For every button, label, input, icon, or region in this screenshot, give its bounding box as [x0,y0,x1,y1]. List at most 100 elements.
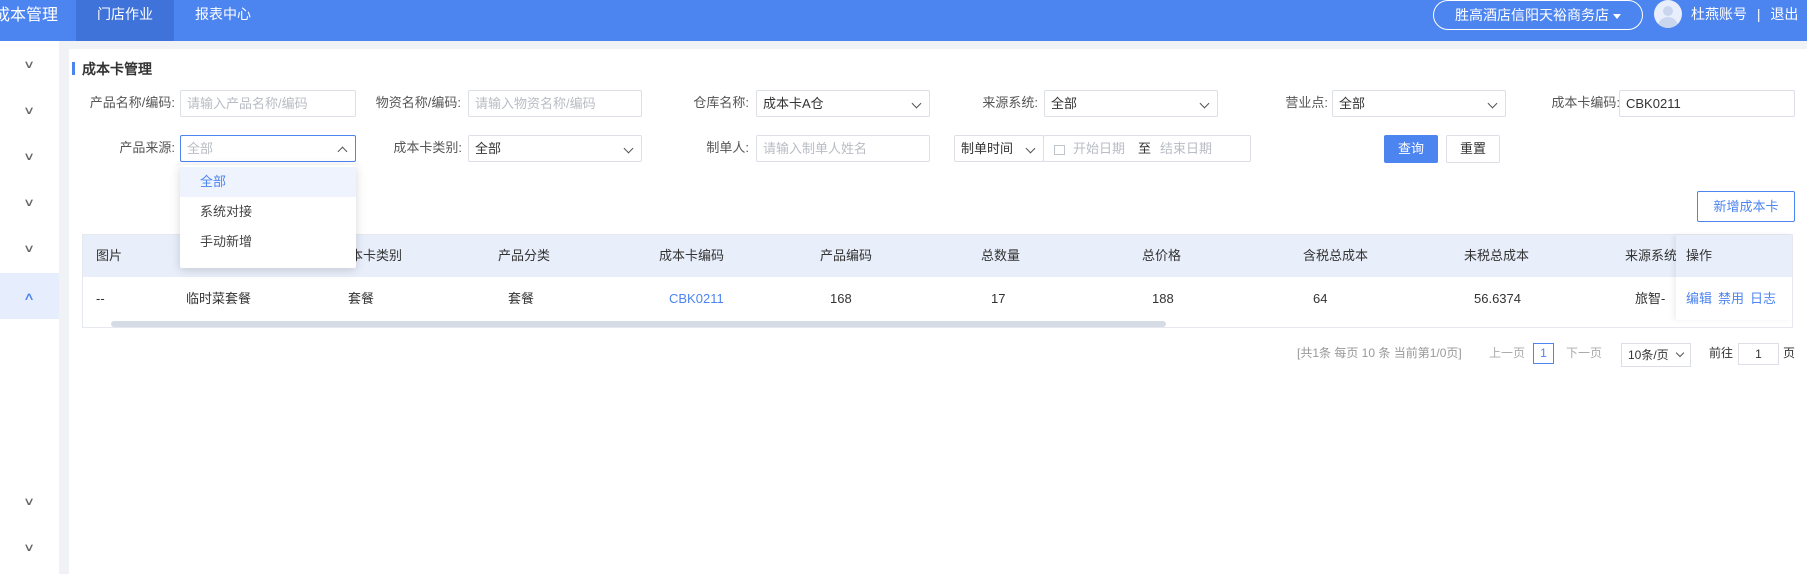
creator-input[interactable]: 请输入制单人姓名 [756,135,930,162]
header-separator: | [1756,6,1761,22]
product-name-input[interactable]: 请输入产品名称/编码 [180,90,356,117]
chevron-down-icon: ∨ [23,104,36,117]
user-menu: 杜燕账号 | 退出 [1691,0,1798,29]
chevron-down-icon: ∨ [23,58,36,71]
tab-report-center[interactable]: 报表中心 [174,0,272,41]
search-button[interactable]: 查询 [1384,135,1438,163]
chevron-down-icon: ∨ [23,150,36,163]
chevron-down-icon [1675,348,1685,358]
top-header: 成本管理 门店作业 报表中心 胜高酒店信阳天裕商务店 杜燕账号 | 退出 [0,0,1807,41]
current-page[interactable]: 1 [1533,343,1554,364]
source-system-value: 全部 [1051,96,1078,111]
sidebar-item-2[interactable]: ∨ [0,87,59,133]
prev-page-button[interactable]: 上一页 [1489,345,1525,361]
col-card-code: 成本卡编码 [659,248,725,263]
sidebar-item-3[interactable]: ∨ [0,133,59,179]
creator-label: 制单人: [706,140,749,155]
product-source-label: 产品来源: [119,140,175,155]
pagination-info: [共1条 每页 10 条 当前第1/0页] [1297,346,1462,360]
product-source-placeholder: 全部 [187,141,214,156]
card-code-label: 成本卡编码: [1551,95,1620,110]
chevron-down-icon: ∨ [23,242,36,255]
logout-link[interactable]: 退出 [1770,6,1798,22]
time-type-value: 制单时间 [961,141,1014,156]
warehouse-label: 仓库名称: [693,95,749,110]
material-name-input[interactable]: 请输入物资名称/编码 [468,90,642,117]
product-name-label: 产品名称/编码: [89,95,175,110]
chevron-down-icon [911,98,922,109]
chevron-down-icon: ∨ [23,495,36,508]
col-total-price: 总价格 [1142,248,1182,263]
cell-product-code: 168 [830,291,852,306]
product-source-dropdown: 全部 系统对接 手动新增 [180,165,356,268]
cell-total-price: 188 [1152,291,1174,306]
card-category-label: 成本卡类别: [393,140,462,155]
page-size-select[interactable]: 10条/页 [1621,343,1691,367]
calendar-icon [1054,144,1065,155]
next-page-button[interactable]: 下一页 [1566,345,1602,361]
store-name: 胜高酒店信阳天裕商务店 [1455,7,1609,23]
page-unit-label: 页 [1783,346,1796,360]
add-cost-card-button[interactable]: 新增成本卡 [1697,191,1795,222]
material-name-label: 物资名称/编码: [375,95,461,110]
title-accent-bar [72,62,75,75]
card-category-value: 全部 [475,141,502,156]
chevron-down-icon: ∨ [23,196,36,209]
sidebar-item-4[interactable]: ∨ [0,179,59,225]
date-range-picker[interactable]: 开始日期至结束日期 [1043,135,1251,162]
col-tax-cost: 含税总成本 [1303,248,1369,263]
page-title: 成本卡管理 [82,61,152,77]
date-separator: 至 [1138,141,1152,156]
col-untax-cost: 未税总成本 [1464,248,1530,263]
ops-column: 操作 编辑 禁用 日志 [1676,235,1792,320]
business-point-select[interactable]: 全部 [1332,90,1506,117]
cell-card-code-link[interactable]: CBK0211 [669,277,724,320]
sidebar-item-1[interactable]: ∨ [0,41,59,87]
edit-link[interactable]: 编辑 [1686,277,1712,320]
product-source-select[interactable]: 全部 [180,135,356,162]
sidebar-item-8[interactable]: ∨ [0,524,59,570]
sidebar-item-7[interactable]: ∨ [0,478,59,524]
cell-image: -- [96,291,105,306]
dropdown-option-manual[interactable]: 手动新增 [180,227,356,257]
table-row[interactable]: -- 临时菜套餐 套餐 套餐 CBK0211 168 17 188 64 56.… [83,277,1792,320]
cell-source: 旅智- [1635,291,1666,306]
business-point-value: 全部 [1339,96,1366,111]
horizontal-scrollbar[interactable] [111,321,1166,327]
business-point-label: 营业点: [1285,95,1328,110]
col-source: 来源系统 [1625,248,1678,263]
time-type-select[interactable]: 制单时间 [954,135,1044,162]
chevron-down-icon [1199,98,1210,109]
cell-card-category: 套餐 [348,291,375,306]
dropdown-option-all[interactable]: 全部 [180,167,356,197]
sidebar-item-6[interactable]: ∧ [0,273,59,319]
sidebar-item-5[interactable]: ∨ [0,225,59,271]
chevron-down-icon [1487,98,1498,109]
store-selector[interactable]: 胜高酒店信阳天裕商务店 [1433,0,1643,30]
disable-link[interactable]: 禁用 [1718,277,1744,320]
col-ops: 操作 [1676,235,1792,277]
chevron-down-icon [623,143,634,154]
tab-store-operations[interactable]: 门店作业 [76,0,174,41]
date-end: 结束日期 [1160,141,1213,156]
col-image: 图片 [96,248,123,263]
avatar[interactable] [1654,0,1682,28]
chevron-down-icon [1025,143,1036,154]
goto-page-input[interactable]: 1 [1738,343,1779,365]
user-name[interactable]: 杜燕账号 [1691,6,1747,22]
chevron-up-icon [337,146,348,157]
cell-tax-cost: 64 [1313,291,1328,306]
warehouse-select[interactable]: 成本卡A仓 [756,90,930,117]
chevron-down-icon: ∨ [23,541,36,554]
chevron-up-icon: ∧ [23,290,36,303]
caret-down-icon [1613,13,1621,19]
card-code-input[interactable]: CBK0211 [1619,90,1795,117]
log-link[interactable]: 日志 [1750,277,1776,320]
date-start: 开始日期 [1073,141,1126,156]
source-system-select[interactable]: 全部 [1044,90,1218,117]
warehouse-value: 成本卡A仓 [763,96,824,111]
dropdown-option-system[interactable]: 系统对接 [180,197,356,227]
card-category-select[interactable]: 全部 [468,135,642,162]
page-size-value: 10条/页 [1628,348,1669,362]
reset-button[interactable]: 重置 [1446,135,1500,163]
